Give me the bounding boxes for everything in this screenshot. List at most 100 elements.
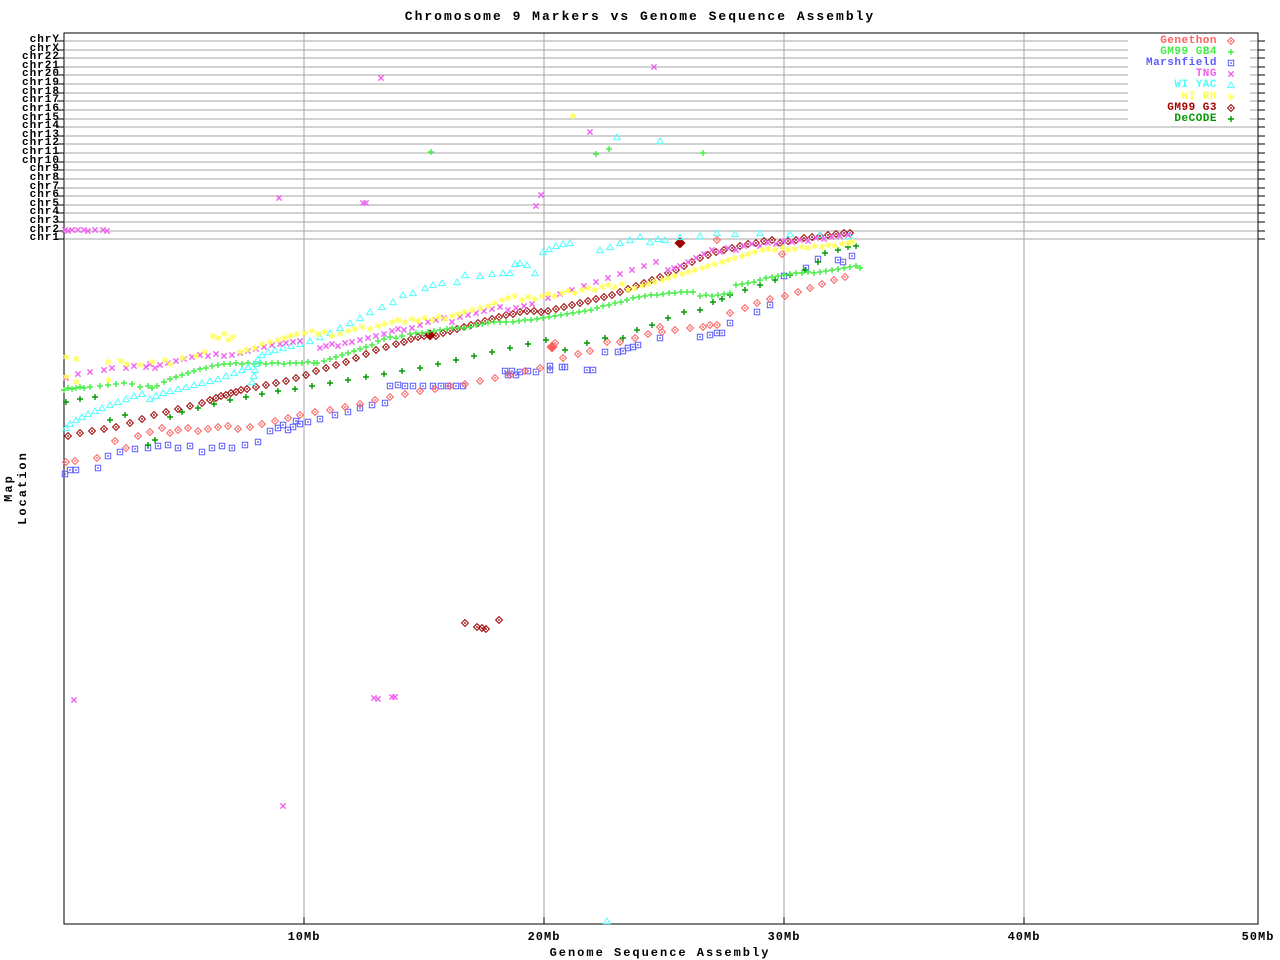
data-point — [546, 246, 553, 252]
data-point — [1228, 93, 1234, 99]
data-point — [323, 365, 330, 372]
data-point — [632, 335, 639, 342]
data-point — [587, 129, 592, 134]
data-point — [387, 383, 392, 388]
data-point — [767, 296, 774, 303]
data-point — [685, 269, 691, 275]
data-point — [302, 330, 308, 336]
data-point — [1228, 116, 1234, 122]
data-point — [410, 290, 417, 296]
data-point — [73, 356, 79, 362]
data-point — [191, 368, 197, 374]
data-point — [597, 247, 604, 253]
data-point — [402, 319, 408, 325]
data-point — [629, 267, 634, 272]
data-point — [379, 304, 386, 310]
data-point — [545, 308, 552, 315]
data-point — [477, 378, 484, 385]
data-point — [221, 361, 227, 367]
data-point — [389, 319, 395, 325]
data-point — [759, 247, 765, 253]
data-point — [281, 361, 287, 367]
data-point — [599, 284, 605, 290]
data-point — [533, 369, 538, 374]
data-point — [129, 381, 135, 387]
legend-entry: Genethon — [1128, 35, 1250, 46]
data-point — [225, 423, 232, 430]
data-point — [123, 396, 130, 402]
data-point — [247, 424, 254, 431]
data-point — [606, 302, 612, 308]
data-point — [283, 340, 288, 345]
data-point — [471, 353, 477, 359]
data-point — [449, 313, 455, 319]
data-point — [309, 328, 315, 334]
data-point — [151, 412, 158, 419]
data-point — [73, 379, 79, 385]
data-point — [546, 314, 552, 320]
data-point — [197, 366, 203, 372]
data-point — [275, 337, 281, 343]
series-decode — [63, 243, 859, 448]
data-point — [69, 386, 75, 392]
data-point — [410, 383, 415, 388]
data-point — [700, 324, 707, 331]
data-point — [323, 343, 328, 348]
data-point — [519, 297, 525, 303]
data-point — [517, 260, 524, 266]
data-point — [363, 374, 369, 380]
data-point — [727, 310, 734, 317]
data-point — [229, 352, 234, 357]
data-point — [462, 272, 469, 278]
data-point — [593, 279, 598, 284]
data-point — [741, 243, 746, 248]
data-point — [453, 383, 458, 388]
legend-entry: GM99 GB4 — [1128, 46, 1250, 57]
data-point — [849, 253, 854, 258]
data-point — [600, 303, 606, 309]
data-point — [327, 380, 333, 386]
data-point — [307, 338, 314, 344]
data-point — [167, 388, 174, 394]
data-point — [812, 243, 818, 249]
data-point — [805, 245, 811, 251]
data-point — [684, 289, 690, 295]
data-point — [532, 270, 539, 276]
data-point — [215, 362, 221, 368]
legend-label: TNG — [1196, 68, 1217, 80]
data-point — [624, 297, 630, 303]
data-point — [75, 227, 80, 232]
data-point — [516, 318, 522, 324]
data-point — [602, 335, 608, 341]
data-point — [187, 403, 194, 410]
data-point — [757, 277, 763, 283]
data-point — [227, 361, 233, 367]
data-point — [807, 285, 814, 292]
data-point — [71, 697, 76, 702]
data-point — [292, 386, 298, 392]
data-point — [732, 231, 739, 237]
data-point — [627, 237, 634, 243]
data-point — [199, 380, 206, 386]
data-point — [77, 384, 83, 390]
series-gm99-g3 — [65, 230, 854, 633]
data-point — [697, 293, 703, 299]
data-point — [657, 335, 662, 340]
diamond-dot-icon — [1226, 103, 1236, 113]
data-point — [707, 322, 714, 329]
data-point — [742, 287, 748, 293]
data-point — [297, 412, 304, 419]
data-point — [347, 320, 354, 326]
data-point — [617, 289, 624, 296]
data-point — [392, 694, 397, 699]
data-point — [179, 372, 185, 378]
data-point — [191, 382, 198, 388]
data-point — [395, 326, 400, 331]
data-point — [705, 263, 711, 269]
data-point — [547, 363, 552, 368]
data-point — [792, 246, 798, 252]
data-point — [335, 343, 340, 348]
data-point — [173, 374, 179, 380]
data-point — [505, 307, 510, 312]
data-point — [333, 354, 339, 360]
